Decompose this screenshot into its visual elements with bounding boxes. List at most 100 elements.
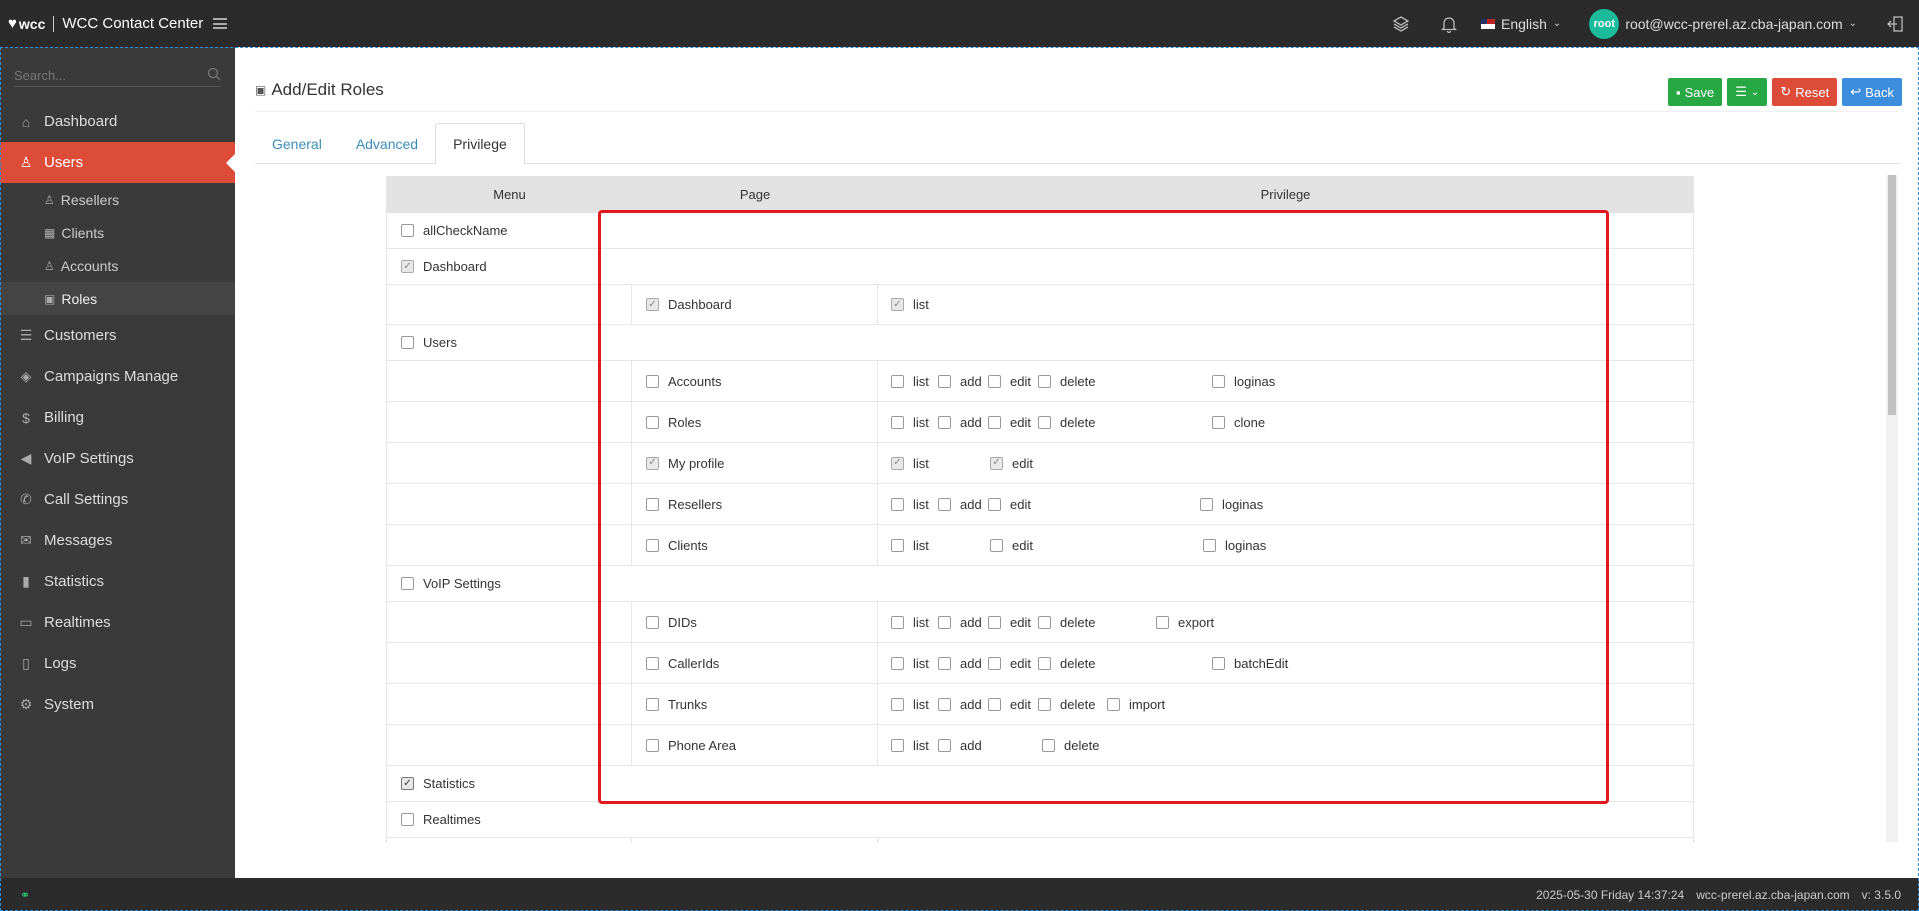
checkbox[interactable] [938,656,951,670]
checkbox[interactable] [938,497,951,511]
sidebar-subitem-clients[interactable]: ▦ Clients [0,216,235,249]
envelope-icon: ✉ [20,532,32,548]
save-options-dropdown[interactable]: ☰ ⌄ [1727,78,1768,106]
checkbox[interactable] [1107,697,1120,711]
menu-cell [387,643,632,683]
checkbox[interactable] [401,260,414,273]
checkbox[interactable] [938,374,951,388]
checkbox[interactable] [891,656,904,670]
checkbox[interactable] [891,615,904,629]
sidebar-item-realtimes[interactable]: ▭ Realtimes [0,602,235,643]
checkbox[interactable] [1212,415,1225,429]
checkbox[interactable] [401,777,414,790]
sidebar-item-users[interactable]: ♙ Users [0,142,235,183]
privilege-label: loginas [1234,373,1276,389]
checkbox[interactable] [938,697,951,711]
checkbox[interactable] [990,456,1003,470]
vertical-scrollbar[interactable] [1886,175,1898,842]
checkbox[interactable] [1038,374,1051,388]
checkbox[interactable] [646,298,659,311]
checkbox[interactable] [646,374,659,388]
column-header-privilege: Privilege [1260,187,1311,202]
checkbox[interactable] [646,497,659,511]
checkbox[interactable] [401,577,414,590]
checkbox[interactable] [891,298,904,311]
checkbox[interactable] [1038,697,1051,711]
tab-general[interactable]: General [255,123,339,164]
checkbox[interactable] [1212,656,1225,670]
reset-button[interactable]: ↻ Reset [1772,78,1838,106]
sidebar-item-dashboard[interactable]: ⌂ Dashboard [0,101,235,142]
sidebar-item-system[interactable]: ⚙ System [0,684,235,725]
checkbox[interactable] [646,697,659,711]
tab-privilege[interactable]: Privilege [435,123,525,165]
checkbox[interactable] [646,615,659,629]
user-menu[interactable]: root root@wcc-prerel.az.cba-japan.com ⌄ [1575,8,1871,39]
table-row: Users [387,325,1693,361]
checkbox[interactable] [646,415,659,429]
checkbox[interactable] [1203,538,1216,552]
checkbox[interactable] [401,813,414,826]
checkbox[interactable] [938,738,951,752]
search-icon[interactable] [207,67,221,84]
sidebar-item-call-settings[interactable]: ✆ Call Settings [0,479,235,520]
checkbox[interactable] [891,697,904,711]
checkbox[interactable] [1200,497,1213,511]
sidebar-subitem-resellers[interactable]: ♙ Resellers [0,183,235,216]
checkbox[interactable] [646,738,659,752]
menu-cell [387,361,632,401]
checkbox[interactable] [1038,615,1051,629]
sidebar-item-statistics[interactable]: ▮ Statistics [0,561,235,602]
checkbox[interactable] [891,415,904,429]
checkbox[interactable] [401,336,414,349]
sidebar-item-voip-settings[interactable]: ◀ VoIP Settings [0,438,235,479]
checkbox[interactable] [891,538,904,552]
checkbox[interactable] [988,415,1001,429]
scrollbar-thumb[interactable] [1888,175,1896,415]
checkbox[interactable] [1038,415,1051,429]
checkbox[interactable] [891,497,904,511]
privilege-cell: list add edit delete batchEdit [878,643,1693,683]
checkbox[interactable] [990,538,1003,552]
privilege-cell: list edit loginas [878,525,1693,565]
checkbox[interactable] [891,738,904,752]
checkbox[interactable] [1156,615,1169,629]
sidebar-subitem-accounts[interactable]: ♙ Accounts [0,249,235,282]
sidebar-item-campaigns[interactable]: ◈ Campaigns Manage [0,356,235,397]
sidebar-item-logs[interactable]: ▯ Logs [0,643,235,684]
checkbox[interactable] [988,374,1001,388]
checkbox[interactable] [988,497,1001,511]
layers-icon[interactable] [1377,0,1425,47]
checkbox[interactable] [646,538,659,552]
us-flag-icon [1481,18,1495,29]
save-button[interactable]: ▪ Save [1668,78,1723,106]
checkbox[interactable] [891,374,904,388]
checkbox[interactable] [988,615,1001,629]
sidebar-search[interactable]: Search... [14,65,221,87]
checkbox[interactable] [938,415,951,429]
checkbox[interactable] [988,697,1001,711]
logout-icon[interactable] [1871,0,1919,47]
bell-icon[interactable] [1425,0,1473,47]
sidebar-subitem-roles[interactable]: ▣ Roles [0,282,235,315]
checkbox[interactable] [646,456,659,470]
sidebar-item-customers[interactable]: ☰ Customers [0,315,235,356]
app-logo[interactable]: ♥ wcc [8,15,45,32]
sidebar-item-messages[interactable]: ✉ Messages [0,520,235,561]
language-selector[interactable]: English ⌄ [1473,16,1575,32]
checkbox[interactable] [1042,738,1055,752]
back-button[interactable]: ↩ Back [1842,78,1902,106]
privilege-cell: list add delete [878,725,1693,765]
checkbox[interactable] [938,615,951,629]
checkbox[interactable] [1038,656,1051,670]
checkbox[interactable] [891,456,904,470]
search-input[interactable]: Search... [14,68,66,83]
checkbox[interactable] [646,656,659,670]
sidebar-item-billing[interactable]: $ Billing [0,397,235,438]
privilege-label: list [913,614,929,630]
checkbox[interactable] [988,656,1001,670]
checkbox[interactable] [401,224,414,237]
checkbox[interactable] [1212,374,1225,388]
menu-toggle-icon[interactable] [213,18,228,29]
tab-advanced[interactable]: Advanced [339,123,435,164]
